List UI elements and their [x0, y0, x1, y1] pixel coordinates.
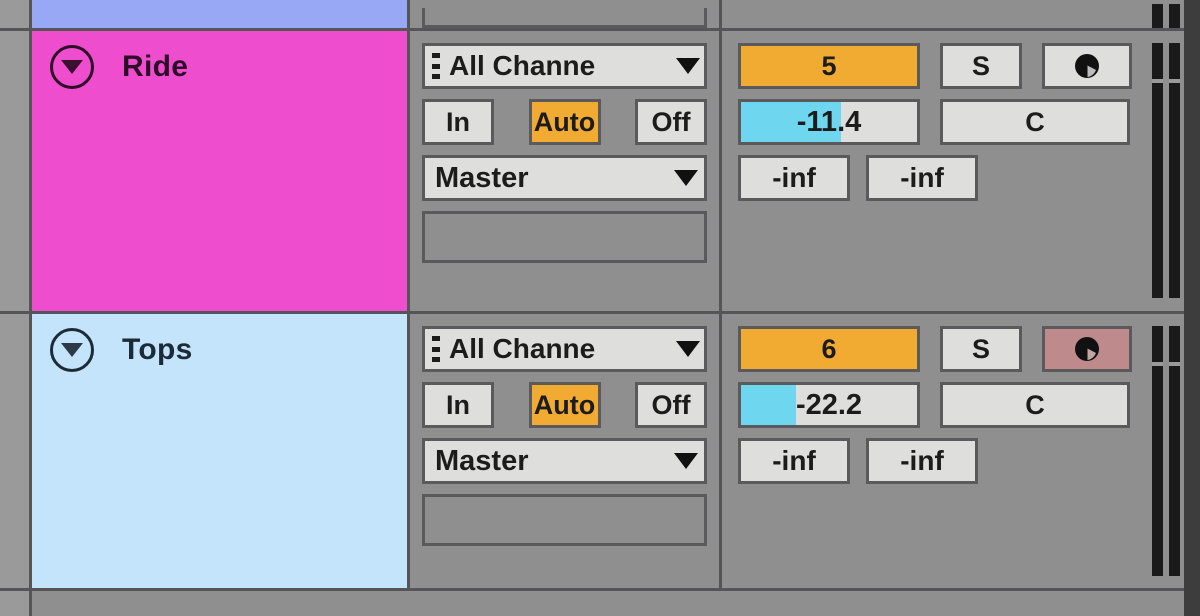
solo-button-ride[interactable]: S	[940, 43, 1022, 89]
track-mixer-section	[722, 0, 1200, 28]
track-mixer-section-tops: 6 S -22.2 C -inf -inf	[722, 314, 1200, 589]
session-view-track-header-area: Ride All Channe In Auto Off Master 5 S -…	[0, 0, 1200, 616]
drag-dots-icon	[431, 336, 441, 362]
vu-meter-left	[1152, 43, 1163, 298]
solo-button-tops[interactable]: S	[940, 326, 1022, 372]
send-a-ride[interactable]: -inf	[738, 155, 850, 201]
chevron-down-icon	[676, 58, 700, 74]
volume-value: -11.4	[796, 105, 862, 138]
midi-input-value: All Channe	[449, 335, 596, 363]
vu-meter-ride	[1152, 43, 1180, 298]
partial-track-row-top	[0, 0, 1200, 28]
track-io-section	[410, 0, 722, 28]
clip-slot[interactable]	[422, 8, 707, 28]
track-name-panel[interactable]	[32, 0, 410, 28]
chevron-down-icon	[676, 341, 700, 357]
volume-value: -22.2	[795, 388, 863, 421]
record-arm-icon[interactable]	[1042, 326, 1132, 372]
track-gutter	[0, 0, 32, 28]
triangle-down-icon[interactable]	[50, 328, 94, 372]
clip-slot-tops[interactable]	[422, 494, 707, 546]
vu-meter-left	[1152, 326, 1163, 576]
audio-output-select-tops[interactable]: Master	[422, 438, 707, 484]
drag-dots-icon	[431, 53, 441, 79]
volume-slider-tops[interactable]: -22.2	[738, 382, 920, 428]
vu-meter	[1152, 4, 1180, 28]
vu-meter-tops	[1152, 326, 1180, 576]
pan-control-tops[interactable]: C	[940, 382, 1130, 428]
track-gutter-ride	[0, 31, 32, 311]
audio-output-value: Master	[435, 446, 529, 476]
vu-meter-right	[1169, 4, 1180, 28]
volume-slider-ride[interactable]: -11.4	[738, 99, 920, 145]
vu-meter-left	[1152, 4, 1163, 28]
midi-input-select-ride[interactable]: All Channe	[422, 43, 707, 89]
track-activator-ride[interactable]: 5	[738, 43, 920, 89]
track-mixer-section-ride: 5 S -11.4 C -inf -inf	[722, 31, 1200, 311]
record-arm-icon[interactable]	[1042, 43, 1132, 89]
send-a-tops[interactable]: -inf	[738, 438, 850, 484]
track-gutter	[0, 591, 32, 616]
track-io-section-ride: All Channe In Auto Off Master	[410, 31, 722, 311]
track-io-section-tops: All Channe In Auto Off Master	[410, 314, 722, 589]
track-gutter-tops	[0, 314, 32, 589]
track-name-label: Ride	[122, 50, 189, 83]
audio-output-value: Master	[435, 163, 529, 193]
send-b-ride[interactable]: -inf	[866, 155, 978, 201]
track-name-panel-ride[interactable]: Ride	[32, 31, 410, 311]
vu-meter-right	[1169, 43, 1180, 298]
track-row-ride: Ride All Channe In Auto Off Master 5 S -…	[0, 28, 1200, 311]
vu-meter-right	[1169, 326, 1180, 576]
chevron-down-icon	[674, 170, 698, 186]
track-row-tops: Tops All Channe In Auto Off Master 6 S -…	[0, 311, 1200, 589]
right-rail	[1184, 0, 1200, 616]
monitor-off-button-ride[interactable]: Off	[635, 99, 707, 145]
partial-track-row-bottom	[0, 588, 1200, 616]
monitor-in-button-tops[interactable]: In	[422, 382, 494, 428]
send-b-tops[interactable]: -inf	[866, 438, 978, 484]
audio-output-select-ride[interactable]: Master	[422, 155, 707, 201]
monitor-auto-button-tops[interactable]: Auto	[528, 382, 601, 428]
track-name-label: Tops	[122, 333, 193, 366]
triangle-down-icon[interactable]	[50, 45, 94, 89]
monitor-off-button-tops[interactable]: Off	[635, 382, 707, 428]
midi-input-select-tops[interactable]: All Channe	[422, 326, 707, 372]
midi-input-value: All Channe	[449, 52, 596, 80]
track-name-panel-tops[interactable]: Tops	[32, 314, 410, 589]
track-activator-tops[interactable]: 6	[738, 326, 920, 372]
pan-control-ride[interactable]: C	[940, 99, 1130, 145]
monitor-auto-button-ride[interactable]: Auto	[528, 99, 601, 145]
clip-slot-ride[interactable]	[422, 211, 707, 263]
chevron-down-icon	[674, 453, 698, 469]
monitor-in-button-ride[interactable]: In	[422, 99, 494, 145]
